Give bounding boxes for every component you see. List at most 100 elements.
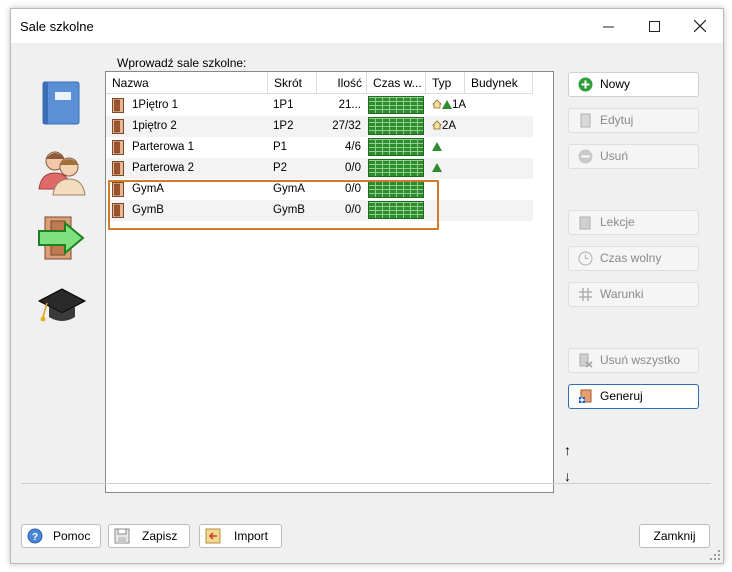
cell-count: 27/32: [332, 120, 361, 132]
teachers-nav-button[interactable]: [37, 147, 87, 197]
minimize-icon: [602, 26, 614, 27]
hash-icon: [579, 288, 592, 301]
footer-divider: [21, 483, 711, 484]
minimize-button[interactable]: [585, 9, 631, 43]
save-icon: [114, 528, 130, 544]
conditions-button[interactable]: Warunki: [568, 282, 699, 307]
cell-short: P2: [273, 162, 288, 174]
cell-type: 1A: [432, 95, 468, 116]
tree-icon: [442, 100, 452, 109]
cell-type-text: 2A: [442, 120, 457, 132]
save-button-label: Zapisz: [142, 529, 178, 543]
cell-name: 1piętro 2: [132, 120, 177, 132]
cell-short: 1P2: [273, 120, 294, 132]
classroom-door-icon: [112, 140, 124, 155]
resize-grip-icon[interactable]: [710, 550, 720, 560]
help-button[interactable]: ? Pomoc: [21, 524, 101, 548]
import-button[interactable]: Import: [199, 524, 282, 548]
cell-short: 1P1: [273, 99, 294, 111]
generate-icon: [579, 389, 592, 403]
delete-all-button-label: Usuń wszystko: [600, 353, 681, 367]
cell-type: [432, 137, 468, 158]
maximize-button[interactable]: [631, 9, 677, 43]
close-button[interactable]: [677, 9, 723, 43]
cell-name: 1Piętro 1: [132, 99, 179, 111]
teachers-icon: [38, 151, 86, 196]
import-button-label: Import: [234, 529, 269, 543]
subjects-nav-button[interactable]: [37, 77, 87, 127]
classroom-door-icon: [112, 119, 124, 134]
house-icon: [432, 120, 442, 130]
close-dialog-button[interactable]: Zamknij: [639, 524, 710, 548]
cell-building: [470, 158, 532, 179]
conditions-button-label: Warunki: [600, 287, 644, 301]
cell-building: [470, 137, 532, 158]
generate-button-label: Generuj: [600, 389, 643, 403]
cell-building: [470, 200, 532, 221]
import-icon: [205, 528, 221, 544]
cell-type-text: 1A: [452, 99, 467, 111]
help-button-label: Pomoc: [53, 529, 91, 543]
close-icon: [694, 20, 706, 32]
door-edit-icon: [580, 113, 591, 128]
new-button[interactable]: Nowy: [568, 72, 699, 97]
delete-all-button[interactable]: Usuń wszystko: [568, 348, 699, 373]
classes-nav-button[interactable]: [37, 281, 87, 331]
cell-count: 0/0: [345, 162, 361, 174]
highlight-box-gym-rows: [108, 180, 439, 230]
lessons-icon: [579, 216, 591, 230]
book-icon: [42, 81, 80, 125]
column-header-type[interactable]: Typ: [426, 72, 465, 94]
cell-type: 2A: [432, 116, 468, 137]
delete-button-label: Usuń: [600, 149, 629, 163]
cell-building: [470, 179, 532, 200]
dialog-window: Sale szkolne Wprowadź sale szkolne: Nazw…: [10, 8, 724, 564]
generate-button[interactable]: Generuj: [568, 384, 699, 409]
free-time-button-label: Czas wolny: [600, 251, 662, 265]
save-button[interactable]: Zapisz: [108, 524, 190, 548]
close-dialog-button-label: Zamknij: [653, 529, 696, 543]
column-header-time[interactable]: Czas w...: [367, 72, 426, 94]
minus-circle-icon: [578, 149, 593, 164]
edit-button[interactable]: Edytuj: [568, 108, 699, 133]
graduation-cap-icon: [37, 288, 87, 322]
move-down-button[interactable]: ↓: [564, 468, 571, 484]
cell-count: 4/6: [345, 141, 361, 153]
column-header-building[interactable]: Budynek: [465, 72, 533, 94]
new-button-label: Nowy: [600, 77, 631, 91]
time-availability-grid[interactable]: [368, 138, 424, 156]
prompt-label: Wprowadź sale szkolne:: [117, 56, 247, 70]
title-bar: Sale szkolne: [11, 9, 723, 43]
house-icon: [432, 99, 442, 109]
time-availability-grid[interactable]: [368, 96, 424, 114]
classroom-door-icon: [112, 161, 124, 176]
column-header-name[interactable]: Nazwa: [106, 72, 268, 94]
tree-icon: [432, 142, 442, 151]
lessons-button[interactable]: Lekcje: [568, 210, 699, 235]
column-header-short[interactable]: Skrót: [268, 72, 317, 94]
cell-building: [470, 95, 532, 116]
classroom-door-icon: [112, 98, 124, 113]
svg-text:?: ?: [32, 532, 38, 543]
cell-type: [432, 158, 468, 179]
edit-button-label: Edytuj: [600, 113, 634, 127]
tree-icon: [432, 163, 442, 172]
time-availability-grid[interactable]: [368, 117, 424, 135]
classrooms-nav-button[interactable]: [37, 213, 87, 263]
lessons-button-label: Lekcje: [600, 215, 635, 229]
help-icon: ?: [27, 528, 43, 544]
delete-button[interactable]: Usuń: [568, 144, 699, 169]
table-row[interactable]: 1Piętro 1 1P1 21... 1A: [106, 95, 533, 116]
table-row[interactable]: Parterowa 1 P1 4/6: [106, 137, 533, 158]
time-availability-grid[interactable]: [368, 159, 424, 177]
move-up-button[interactable]: ↑: [564, 442, 571, 458]
classrooms-table[interactable]: Nazwa Skrót Ilość Czas w... Typ Budynek …: [105, 71, 554, 493]
table-row[interactable]: Parterowa 2 P2 0/0: [106, 158, 533, 179]
free-time-button[interactable]: Czas wolny: [568, 246, 699, 271]
column-header-count[interactable]: Ilość: [317, 72, 367, 94]
table-row[interactable]: 1piętro 2 1P2 27/32 2A: [106, 116, 533, 137]
cell-building: [470, 116, 532, 137]
delete-all-icon: [579, 353, 593, 368]
plus-circle-icon: [578, 77, 593, 92]
cell-short: P1: [273, 141, 288, 153]
